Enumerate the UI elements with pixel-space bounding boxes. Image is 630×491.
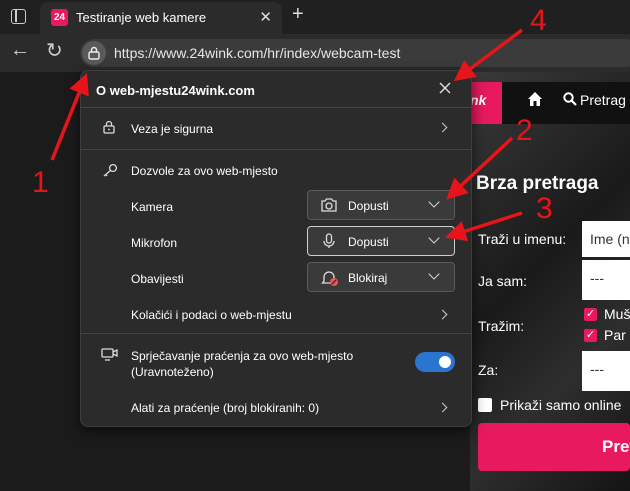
- chevron-down-icon: [428, 232, 440, 244]
- cookies-row[interactable]: Kolačići i podaci o web-mjestu: [81, 297, 471, 331]
- permissions-heading: Dozvole za ovo web-mjesto: [131, 164, 278, 178]
- search-button-label: Pret: [602, 437, 630, 456]
- annotation-number-3: 3: [536, 192, 553, 225]
- camera-label: Kamera: [131, 200, 174, 214]
- close-icon[interactable]: [437, 80, 453, 96]
- chevron-right-icon: [437, 122, 448, 133]
- camera-permission-select[interactable]: Dopusti: [307, 190, 455, 220]
- microphone-label: Mikrofon: [131, 236, 178, 250]
- annotation-number-4: 4: [530, 4, 547, 37]
- microphone-icon: [323, 233, 335, 248]
- address-bar[interactable]: https://www.24wink.com/hr/index/webcam-t…: [80, 39, 630, 67]
- microphone-permission-select[interactable]: Dopusti: [307, 226, 455, 256]
- site-info-lock-icon[interactable]: [82, 41, 106, 65]
- divider: [81, 149, 471, 150]
- camera-permission-value: Dopusti: [348, 199, 389, 213]
- key-icon: [103, 163, 118, 177]
- lock-icon: [103, 120, 115, 134]
- browser-tab[interactable]: 24 Testiranje web kamere ✕: [40, 2, 282, 34]
- trackers-label: Alati za praćenje (broj blokiranih: 0): [131, 401, 320, 415]
- reload-icon[interactable]: ↻: [46, 38, 63, 63]
- camera-icon: [321, 198, 337, 212]
- seeking-checkbox-2[interactable]: ✓: [584, 329, 597, 342]
- connection-row[interactable]: Veza je sigurna: [81, 108, 471, 148]
- seeking-checkbox-1[interactable]: ✓: [584, 308, 597, 321]
- chevron-right-icon: [437, 402, 448, 413]
- for-label: Za:: [478, 362, 499, 378]
- chevron-down-icon: [428, 268, 440, 280]
- nav-search-link[interactable]: Pretrag: [580, 92, 626, 108]
- tracking-prevention-level: (Uravnoteženo): [131, 365, 214, 379]
- name-search-input[interactable]: Ime (n: [582, 221, 630, 257]
- popup-title: O web-mjestu24wink.com: [96, 83, 255, 98]
- connection-label: Veza je sigurna: [131, 122, 214, 136]
- i-am-select[interactable]: ---: [582, 260, 630, 300]
- chevron-down-icon: [428, 196, 440, 208]
- seeking-label: Tražim:: [478, 318, 525, 334]
- tab-actions-icon[interactable]: [11, 9, 26, 24]
- search-button[interactable]: Pret: [478, 423, 630, 471]
- annotation-number-1: 1: [32, 166, 49, 199]
- site-info-popup: O web-mjestu24wink.com Veza je sigurna D…: [80, 70, 472, 427]
- tracking-prevention-label: Sprječavanje praćenja za ovo web-mjesto: [131, 349, 354, 363]
- home-icon[interactable]: [527, 91, 543, 107]
- divider: [81, 333, 471, 334]
- cookies-label: Kolačići i podaci o web-mjestu: [131, 308, 292, 322]
- notifications-permission-value: Blokiraj: [348, 271, 388, 285]
- search-icon[interactable]: [563, 92, 577, 106]
- for-select[interactable]: ---: [582, 351, 630, 391]
- microphone-permission-value: Dopusti: [348, 235, 389, 249]
- tracking-prevention-toggle[interactable]: [415, 352, 455, 372]
- notifications-label: Obavijesti: [131, 272, 184, 286]
- tab-title: Testiranje web kamere: [76, 10, 207, 25]
- url-text[interactable]: https://www.24wink.com/hr/index/webcam-t…: [114, 45, 400, 61]
- online-only-checkbox[interactable]: [478, 398, 492, 412]
- chevron-right-icon: [437, 309, 448, 320]
- new-tab-icon[interactable]: +: [292, 3, 304, 26]
- trackers-row[interactable]: Alati za praćenje (broj blokiranih: 0): [81, 389, 471, 425]
- back-icon[interactable]: ←: [10, 39, 30, 62]
- annotation-number-2: 2: [516, 114, 533, 147]
- site-logo-text: nk: [470, 92, 487, 108]
- toggle-knob: [439, 356, 451, 368]
- tracking-prevention-icon: [101, 348, 118, 361]
- online-only-label: Prikaži samo online: [500, 397, 622, 413]
- seeking-option-1: Muš: [604, 306, 630, 322]
- name-search-label: Traži u imenu:: [478, 231, 567, 247]
- notification-blocked-icon: [321, 271, 338, 286]
- site-favicon-icon: 24: [51, 9, 68, 26]
- i-am-label: Ja sam:: [478, 273, 528, 289]
- browser-toolbar: ← ↻ https://www.24wink.com/hr/index/webc…: [0, 34, 630, 72]
- seeking-option-2: Par: [604, 327, 626, 343]
- tab-close-icon[interactable]: ✕: [259, 8, 272, 26]
- notifications-permission-select[interactable]: Blokiraj: [307, 262, 455, 292]
